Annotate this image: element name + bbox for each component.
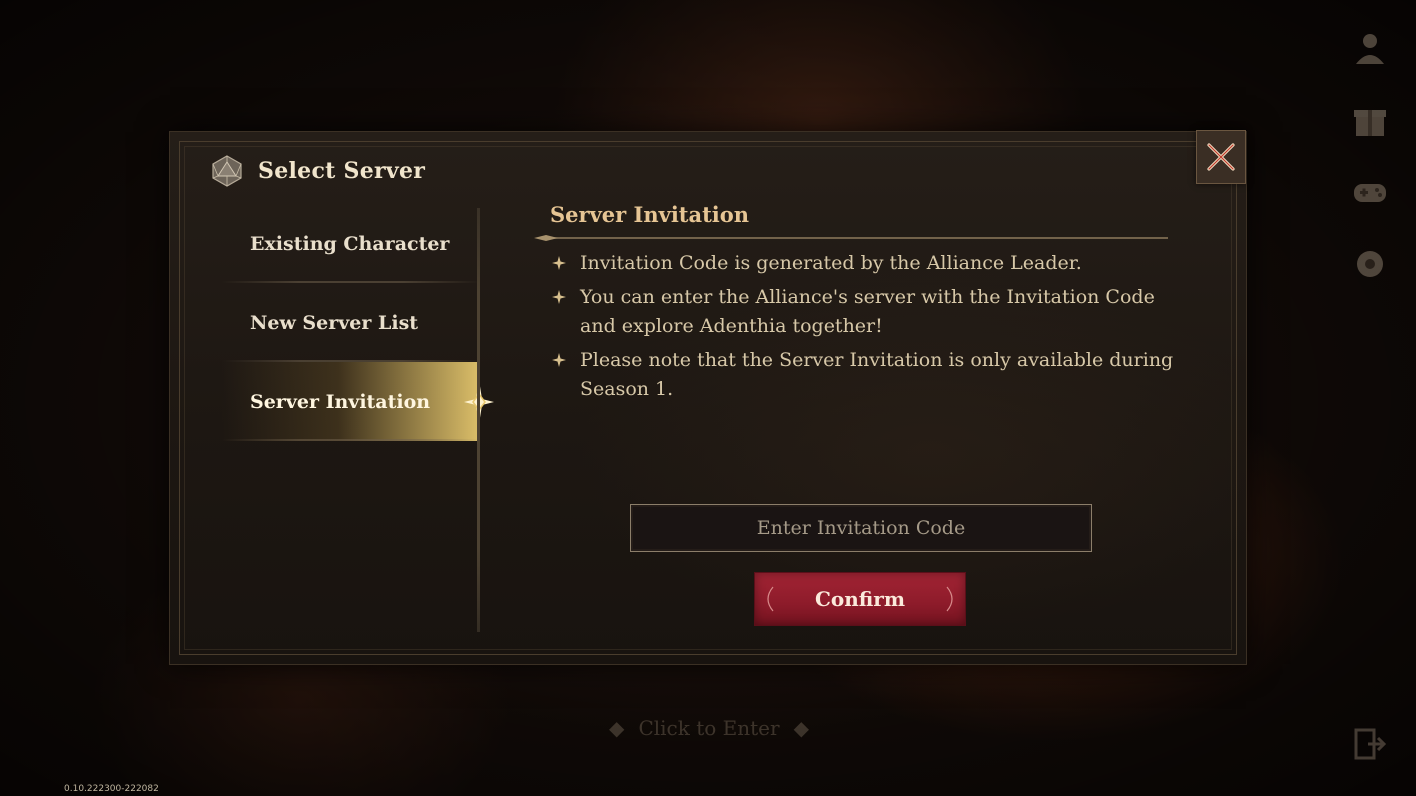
list-item: You can enter the Alliance's server with… [534,283,1174,341]
exit-icon[interactable] [1346,720,1394,768]
nav-item-server-invitation[interactable]: Server Invitation [222,362,494,441]
close-button[interactable] [1196,130,1246,184]
settings-gear-icon[interactable] [1346,240,1394,288]
list-item: Please note that the Server Invitation i… [534,346,1174,404]
bullet-text: Invitation Code is generated by the Alli… [580,252,1082,274]
confirm-button[interactable]: Confirm [754,572,966,626]
bullet-text: Please note that the Server Invitation i… [580,349,1174,400]
close-x-icon [1207,143,1235,171]
profile-icon[interactable] [1346,24,1394,72]
star-bullet-icon [552,353,566,367]
click-to-enter-prompt[interactable]: ◆ Click to Enter ◆ [604,712,814,744]
select-server-dialog: Select Server Existing Character New Ser… [170,130,1246,664]
star-bullet-icon [552,290,566,304]
list-item: Invitation Code is generated by the Alli… [534,249,1174,278]
nav-divider [222,439,480,441]
version-label: 0.10.222300-222082 [64,784,159,794]
gamepad-icon[interactable] [1346,168,1394,216]
click-to-enter-label: Click to Enter [638,716,780,740]
nav-item-label: Existing Character [250,232,450,255]
diamond-ornament-icon: ◆ [793,716,809,740]
star-bullet-icon [552,256,566,270]
server-nav: Existing Character New Server List Serve… [222,204,494,441]
invitation-panel: Server Invitation Invitation Code is gen… [534,202,1174,409]
bullet-text: You can enter the Alliance's server with… [580,286,1155,337]
confirm-label: Confirm [814,587,906,611]
d20-dice-icon [212,155,242,187]
nav-item-label: Server Invitation [250,390,431,413]
nav-item-label: New Server List [250,311,419,334]
invitation-code-input[interactable] [630,504,1092,552]
section-title: Server Invitation [550,202,750,227]
dialog-title: Select Server [258,158,426,184]
title-underline-ornament [534,235,1168,241]
ornament-right-icon [946,586,953,612]
info-bullet-list: Invitation Code is generated by the Alli… [534,249,1174,404]
diamond-ornament-icon: ◆ [609,716,625,740]
nav-item-new-server-list[interactable]: New Server List [222,283,480,362]
ornament-left-icon [767,586,774,612]
side-menu [1346,24,1394,288]
nav-separator-line [477,208,480,632]
gift-box-icon[interactable] [1346,96,1394,144]
nav-item-existing-character[interactable]: Existing Character [222,204,480,283]
dialog-header: Select Server [210,150,425,192]
